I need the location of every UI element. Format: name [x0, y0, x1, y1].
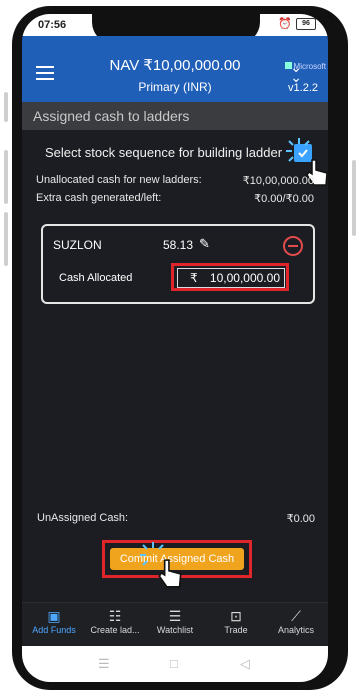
- extra-cash-label: Extra cash generated/left:: [36, 192, 162, 204]
- cash-allocated-label: Cash Allocated: [59, 272, 133, 284]
- unassigned-row: UnAssigned Cash: ₹0.00: [37, 512, 315, 525]
- chart-icon: ⟋: [291, 608, 301, 624]
- cash-highlight: ₹: [171, 263, 289, 291]
- extra-cash-row: Extra cash generated/left: ₹0.00/₹0.00: [36, 192, 318, 205]
- portfolio-name: Primary (INR): [138, 80, 212, 94]
- unallocated-label: Unallocated cash for new ladders:: [36, 174, 202, 186]
- tab-watchlist[interactable]: ☰ Watchlist: [145, 607, 205, 635]
- cash-allocated-field: ₹: [177, 268, 285, 288]
- wallet-icon: ▣: [47, 608, 61, 624]
- app-header: NAV ₹10,00,000.00 Primary (INR) ⌄ ⌄ Micro…: [22, 36, 328, 102]
- bottom-navigation: ▣ Add Funds ☷ Create lad... ☰ Watchlist …: [22, 602, 328, 647]
- recents-icon[interactable]: ☰: [98, 656, 110, 672]
- ladder-card: SUZLON 58.13 ✎ Cash Allocated ₹: [41, 224, 315, 304]
- app-screen: 07:56 96 ⏰ NAV ₹10,00,000.00 Primary (IN…: [22, 14, 328, 682]
- stock-name: SUZLON: [53, 238, 102, 252]
- tab-label: Add Funds: [32, 625, 76, 635]
- phone-side-button: [352, 160, 356, 236]
- tab-label: Analytics: [277, 625, 314, 635]
- section-title: Assigned cash to ladders: [22, 102, 328, 130]
- tab-label: Create lad...: [90, 625, 140, 635]
- rupee-icon: ₹: [190, 271, 198, 285]
- unallocated-row: Unallocated cash for new ladders: ₹10,00…: [36, 174, 318, 187]
- extra-cash-value: ₹0.00/₹0.00: [254, 193, 314, 205]
- unassigned-label: UnAssigned Cash:: [37, 512, 129, 524]
- phone-side-button: [4, 92, 8, 122]
- tab-trade[interactable]: ⊡ Trade: [206, 607, 266, 635]
- hand-cursor-icon: [158, 559, 182, 588]
- home-icon[interactable]: □: [170, 656, 178, 671]
- tab-analytics[interactable]: ⟋ Analytics: [266, 607, 326, 635]
- cash-allocated-input[interactable]: [204, 270, 280, 286]
- unassigned-value: ₹0.00: [286, 513, 315, 525]
- tab-add-funds[interactable]: ▣ Add Funds: [24, 607, 84, 635]
- stock-price: 58.13: [163, 238, 194, 252]
- list-icon: ☰: [168, 608, 182, 624]
- pencil-icon[interactable]: ✎: [199, 236, 210, 252]
- brand-logo: Microsoft: [284, 62, 326, 71]
- ladder-icon: ☷: [108, 608, 122, 624]
- nav-value: NAV ₹10,00,000.00: [109, 57, 241, 74]
- system-navigation: ☰ □ ◁: [22, 646, 328, 682]
- briefcase-icon: ⊡: [230, 608, 242, 624]
- version-label: v1.2.2: [288, 82, 318, 94]
- back-icon[interactable]: ◁: [240, 656, 250, 672]
- phone-side-button: [4, 150, 8, 204]
- phone-side-button: [4, 212, 8, 266]
- tab-label: Trade: [224, 625, 248, 635]
- unallocated-value: ₹10,00,000.00: [242, 175, 314, 187]
- status-time: 07:56: [38, 19, 67, 31]
- tab-create-ladder[interactable]: ☷ Create lad...: [85, 607, 145, 635]
- battery-icon: 96: [296, 18, 316, 30]
- tab-label: Watchlist: [156, 625, 194, 635]
- alarm-icon: ⏰: [278, 18, 292, 30]
- sequence-label: Select stock sequence for building ladde…: [45, 145, 283, 160]
- remove-icon[interactable]: [283, 236, 303, 256]
